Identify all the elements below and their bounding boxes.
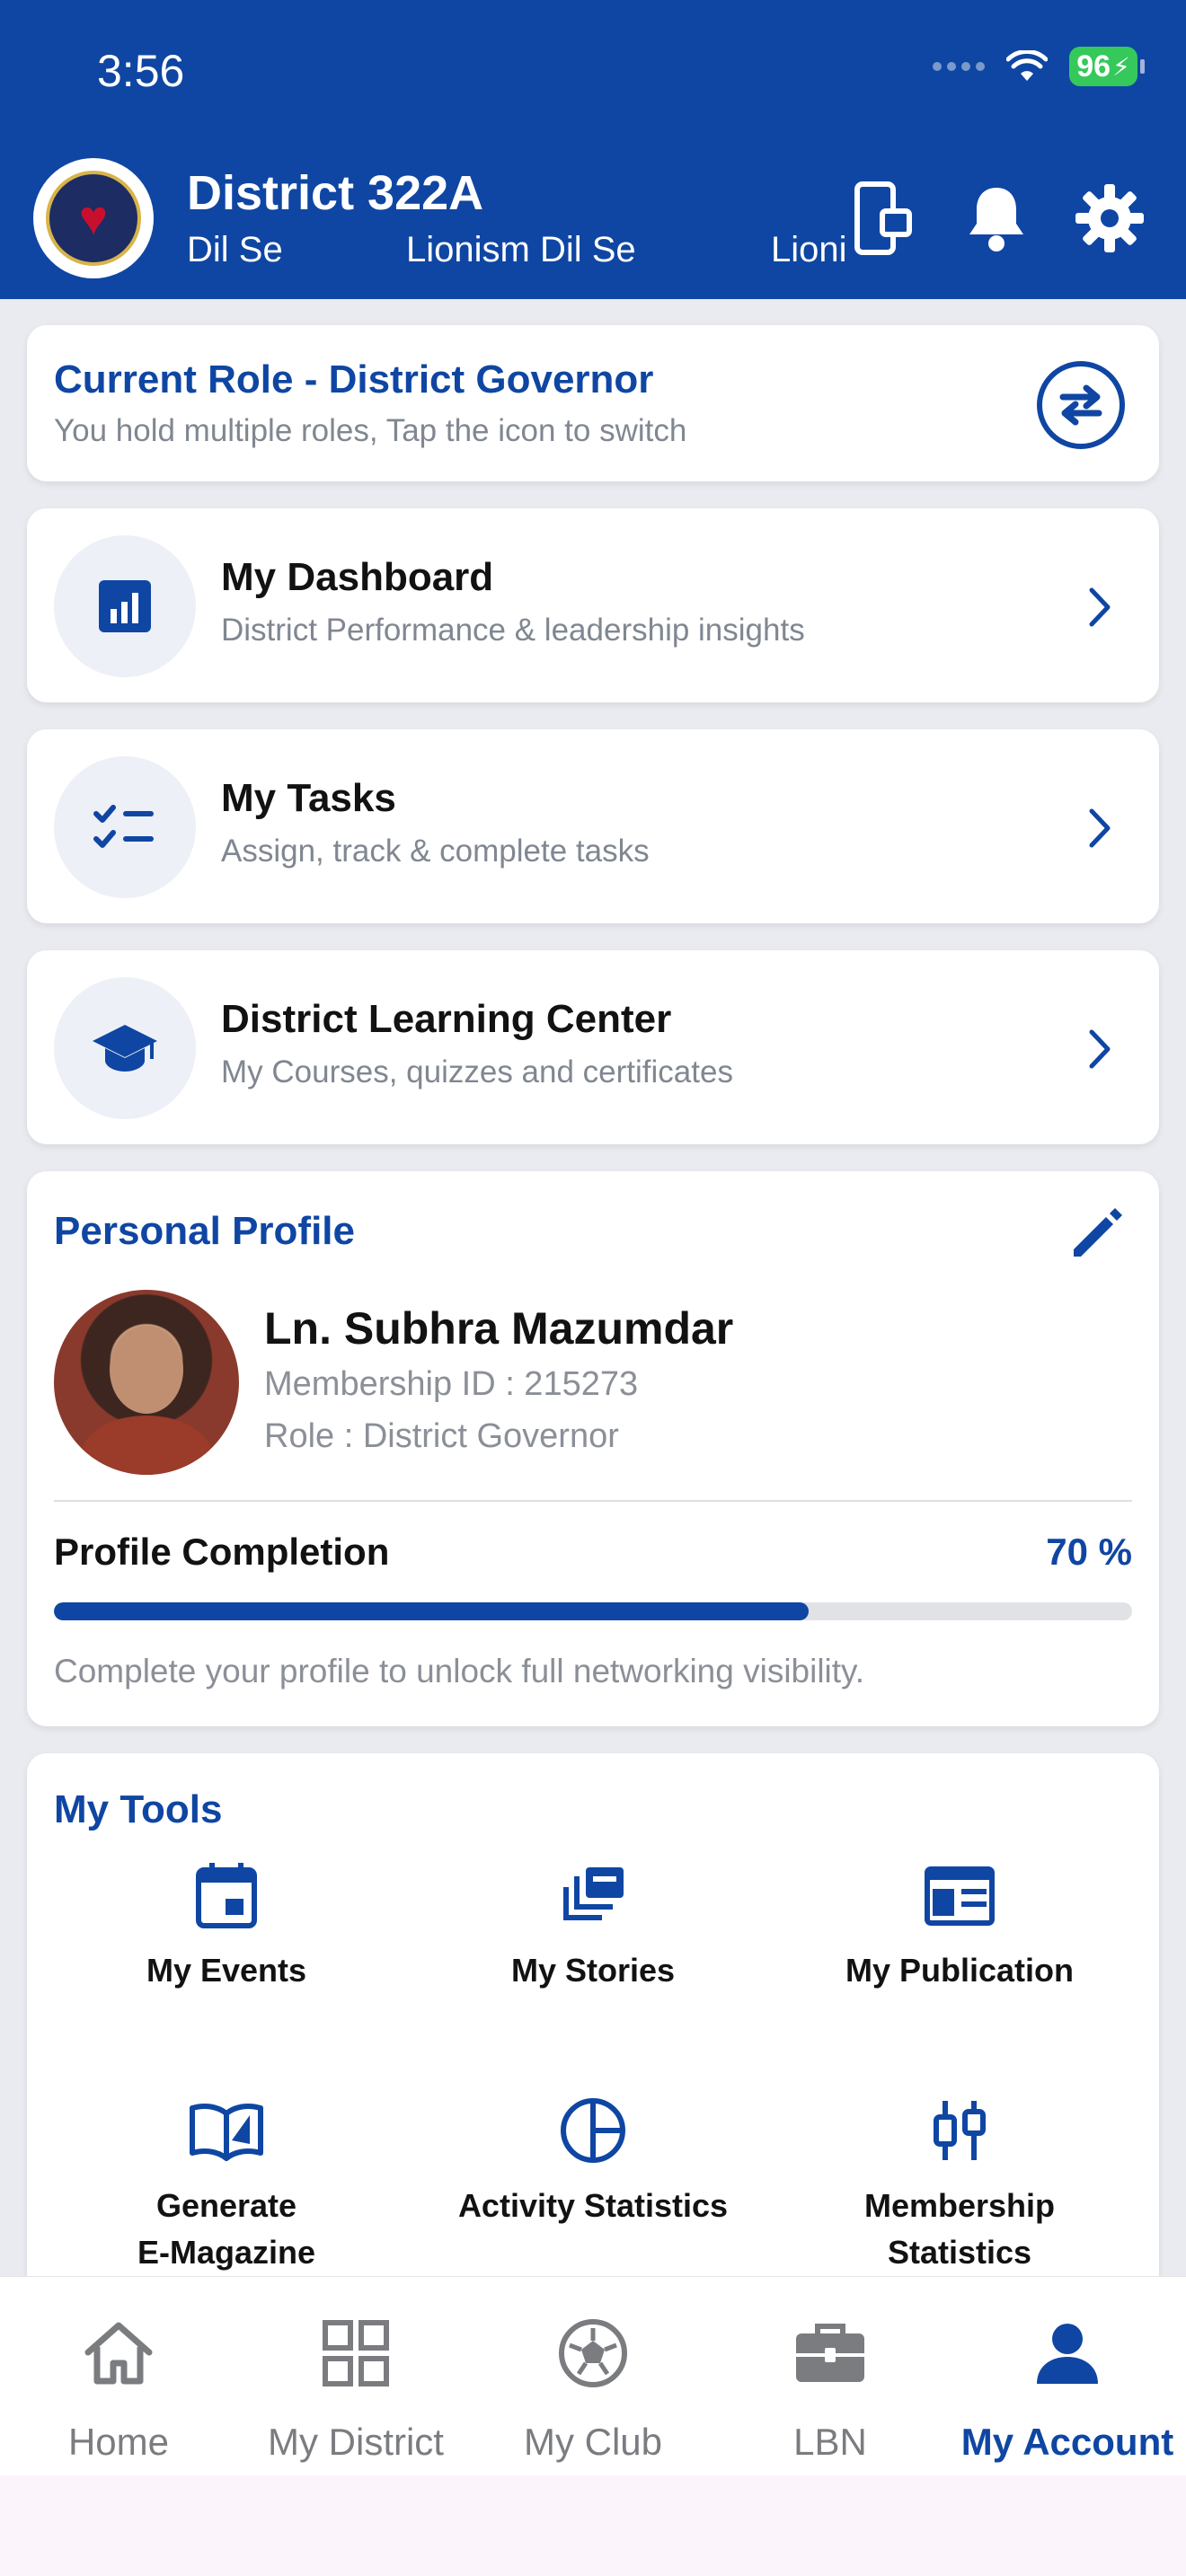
status-indicators: 96 ⚡	[933, 47, 1145, 86]
marquee-text: Dil Se Lionism Dil Se Lioni	[187, 230, 852, 278]
app-header: 3:56 96 ⚡ ♥ District 322A Dil Se Lionism …	[0, 0, 1186, 299]
home-indicator-area	[0, 2475, 1186, 2576]
wifi-icon	[1006, 50, 1048, 81]
checklist-icon	[54, 756, 196, 898]
tab-label: My Account	[960, 2421, 1174, 2463]
tab-home[interactable]: Home	[0, 2277, 237, 2476]
current-role-subtitle: You hold multiple roles, Tap the icon to…	[54, 413, 687, 448]
tool-label: My Events	[146, 1952, 307, 1989]
tool-activity-statistics[interactable]: Activity Statistics	[413, 2095, 773, 2229]
header-actions	[846, 178, 1146, 259]
person-icon	[949, 2313, 1186, 2394]
tool-label: Activity Statistics	[457, 2187, 729, 2224]
chevron-right-icon	[1075, 803, 1125, 853]
current-role-card: Current Role - District Governor You hol…	[27, 325, 1159, 481]
tab-label: My District	[268, 2421, 444, 2463]
switch-role-icon[interactable]	[1037, 361, 1125, 449]
my-tools-card: My Tools My Events My Stories My Publica…	[27, 1753, 1159, 2328]
tool-label: Membership Statistics	[780, 2183, 1139, 2276]
ball-icon	[474, 2313, 712, 2394]
tool-label: Generate E-Magazine	[47, 2183, 406, 2276]
device-switch-icon[interactable]	[846, 178, 920, 259]
profile-completion-label: Profile Completion	[54, 1531, 390, 1573]
tool-label-line: Generate	[155, 2187, 297, 2224]
profile-avatar	[54, 1290, 239, 1475]
tool-label: My Publication	[845, 1952, 1075, 1989]
stories-icon	[413, 1859, 773, 1931]
chevron-right-icon	[1075, 582, 1125, 632]
my-tools-title: My Tools	[54, 1787, 223, 1831]
grid-icon	[237, 2313, 474, 2394]
tool-label-line: Statistics	[887, 2234, 1032, 2271]
menu-item-title: My Dashboard	[221, 555, 494, 599]
briefcase-icon	[712, 2313, 949, 2394]
marquee-item: Lionism Dil Se	[406, 230, 636, 269]
profile-membership-id: Membership ID : 215273	[264, 1365, 639, 1403]
cellular-signal-icon	[933, 62, 985, 71]
book-icon	[47, 2095, 406, 2166]
tool-label-line: Membership	[863, 2187, 1056, 2224]
edit-profile-icon[interactable]	[1066, 1202, 1128, 1265]
sliders-icon	[780, 2095, 1139, 2166]
chevron-right-icon	[1075, 1024, 1125, 1074]
profile-completion-note: Complete your profile to unlock full net…	[54, 1653, 865, 1689]
menu-item-subtitle: District Performance & leadership insigh…	[221, 613, 805, 648]
publication-icon	[780, 1859, 1139, 1931]
pie-chart-icon	[413, 2095, 773, 2166]
marquee-item: Dil Se	[187, 230, 283, 269]
graduation-cap-icon	[54, 977, 196, 1119]
home-icon	[0, 2313, 237, 2394]
tab-my-district[interactable]: My District	[237, 2277, 474, 2476]
tool-my-publication[interactable]: My Publication	[780, 1859, 1139, 1994]
tool-generate-emagazine[interactable]: Generate E-Magazine	[47, 2095, 406, 2276]
tab-lbn[interactable]: LBN	[712, 2277, 949, 2476]
menu-item-title: My Tasks	[221, 776, 396, 820]
tool-my-events[interactable]: My Events	[47, 1859, 406, 1994]
tab-label: My Club	[523, 2421, 663, 2463]
tool-my-stories[interactable]: My Stories	[413, 1859, 773, 1994]
district-title: District 322A	[187, 166, 484, 220]
battery-indicator: 96 ⚡	[1069, 47, 1145, 86]
personal-profile-title: Personal Profile	[54, 1209, 356, 1253]
marquee-item: Lioni	[771, 230, 847, 269]
calendar-icon	[47, 1859, 406, 1931]
profile-completion-percent: 70 %	[1046, 1531, 1132, 1573]
current-role-title: Current Role - District Governor	[54, 357, 654, 401]
menu-item-subtitle: Assign, track & complete tasks	[221, 834, 650, 869]
battery-level: 96	[1076, 49, 1111, 84]
tab-label: Home	[67, 2421, 170, 2463]
menu-item-subtitle: My Courses, quizzes and certificates	[221, 1054, 733, 1090]
tool-membership-statistics[interactable]: Membership Statistics	[780, 2095, 1139, 2276]
notification-bell-icon[interactable]	[960, 178, 1033, 259]
menu-item-learning-center[interactable]: District Learning Center My Courses, qui…	[27, 950, 1159, 1144]
tab-my-club[interactable]: My Club	[474, 2277, 712, 2476]
profile-name: Ln. Subhra Mazumdar	[264, 1303, 734, 1354]
bottom-tab-bar: Home My District My Club LBN My Account	[0, 2276, 1186, 2475]
profile-completion-fill	[54, 1602, 809, 1620]
menu-item-tasks[interactable]: My Tasks Assign, track & complete tasks	[27, 729, 1159, 923]
divider	[54, 1500, 1132, 1502]
profile-completion-bar	[54, 1602, 1132, 1620]
bar-chart-icon	[54, 535, 196, 677]
tab-label: LBN	[793, 2421, 867, 2463]
status-time: 3:56	[97, 46, 185, 96]
personal-profile-card: Personal Profile Ln. Subhra Mazumdar Mem…	[27, 1171, 1159, 1726]
tool-label-line: E-Magazine	[137, 2234, 316, 2271]
heart-emblem-icon: ♥	[78, 191, 109, 245]
menu-item-title: District Learning Center	[221, 997, 672, 1041]
tab-my-account[interactable]: My Account	[949, 2277, 1186, 2476]
district-logo[interactable]: ♥	[33, 158, 154, 278]
menu-item-dashboard[interactable]: My Dashboard District Performance & lead…	[27, 508, 1159, 702]
profile-role: Role : District Governor	[264, 1417, 619, 1455]
settings-gear-icon[interactable]	[1073, 178, 1146, 259]
tool-label: My Stories	[510, 1952, 676, 1989]
